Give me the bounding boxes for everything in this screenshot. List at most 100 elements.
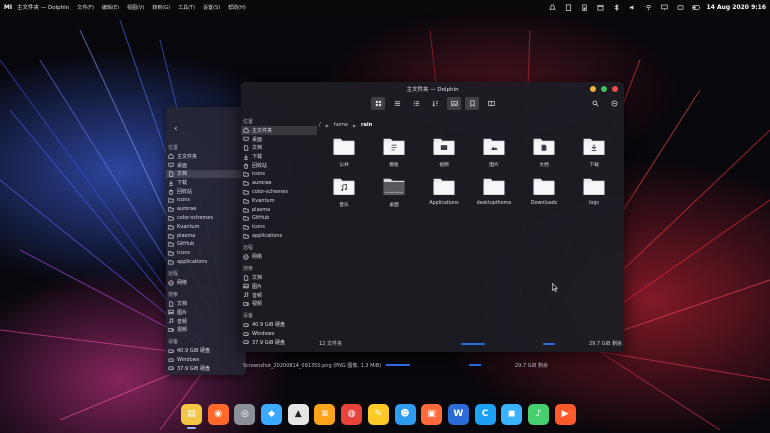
file-item[interactable]: 下载 <box>571 135 617 171</box>
menu-tools[interactable]: 工具(T) <box>178 4 195 11</box>
sidebar-item[interactable]: 回收站 <box>241 161 317 170</box>
maximize-button[interactable] <box>601 86 607 92</box>
dock-app-chrome[interactable]: ◎ <box>234 403 256 425</box>
sidebar-item[interactable]: 音频 <box>166 317 246 326</box>
sidebar-item[interactable]: applications <box>241 232 317 241</box>
storage-icon[interactable] <box>676 3 684 11</box>
menu-edit[interactable]: 编辑(E) <box>102 4 119 11</box>
sidebar-item[interactable]: Kvantum <box>166 222 246 231</box>
sidebar-item[interactable]: color-schemes <box>166 214 246 223</box>
sidebar-item[interactable]: 40.9 GiB 硬盘 <box>166 346 246 355</box>
sidebar-item[interactable]: GitHub <box>241 214 317 223</box>
volume-icon[interactable] <box>628 3 636 11</box>
file-item[interactable]: 桌面 <box>371 175 417 211</box>
menu-file[interactable]: 文件(F) <box>77 4 94 11</box>
sidebar-item[interactable]: GitHub <box>166 240 246 249</box>
split-view-button[interactable] <box>465 97 479 110</box>
sidebar-item[interactable]: icons <box>241 170 317 179</box>
bluetooth-icon[interactable] <box>612 3 620 11</box>
search-button[interactable] <box>588 97 602 110</box>
launcher-logo[interactable]: MI <box>3 3 13 11</box>
sidebar-item[interactable]: 文档 <box>166 299 246 308</box>
sidebar-item[interactable]: 文档 <box>241 144 317 153</box>
sidebar-item[interactable]: 下载 <box>241 152 317 161</box>
background-window[interactable]: ‹ 位置 主文件夹 桌面 文档 下载 回收站 icons aurorae color-schem… <box>166 107 246 375</box>
dock-app-video[interactable]: ▶ <box>554 403 576 425</box>
menu-view[interactable]: 视图(V) <box>127 4 144 11</box>
sidebar-item[interactable]: icons <box>241 223 317 232</box>
file-item[interactable]: logs <box>571 175 617 211</box>
clock[interactable]: 14 Aug 2020 9:16 <box>707 0 766 14</box>
battery-icon[interactable] <box>580 3 588 11</box>
minimize-button[interactable] <box>590 86 596 92</box>
sidebar-item[interactable]: 37.9 GiB 硬盘 <box>166 364 246 373</box>
sort-button[interactable] <box>428 97 442 110</box>
dock-app-browser[interactable]: C <box>474 403 496 425</box>
sidebar-item[interactable]: 下载 <box>166 178 246 187</box>
file-item[interactable]: desktoptheme <box>471 175 517 211</box>
dock-app-word[interactable]: W <box>447 403 469 425</box>
dock-app-qq[interactable]: ◆ <box>261 403 283 425</box>
sidebar-item[interactable]: icons <box>166 249 246 258</box>
compact-view-button[interactable] <box>390 97 404 110</box>
file-item[interactable]: 图片 <box>471 135 517 171</box>
breadcrumb-current[interactable]: rain <box>361 122 372 128</box>
file-item[interactable]: Applications <box>421 175 467 211</box>
dock-app-chat[interactable]: ◼ <box>501 403 523 425</box>
sidebar-item[interactable]: 主文件夹 <box>241 126 317 135</box>
dolphin-window[interactable]: 主文件夹 — Dolphin 位置 主文件夹 桌面 文档 下载 回收站 icon… <box>241 82 624 352</box>
menu-help[interactable]: 帮助(H) <box>228 4 246 11</box>
calendar-icon[interactable] <box>596 3 604 11</box>
bell-icon[interactable] <box>548 3 556 11</box>
display-icon[interactable] <box>660 3 668 11</box>
sidebar-item[interactable]: aurorae <box>241 179 317 188</box>
sidebar-item[interactable]: aurorae <box>166 205 246 214</box>
sidebar-item[interactable]: applications <box>166 258 246 267</box>
window-titlebar[interactable]: 主文件夹 — Dolphin <box>241 82 624 96</box>
file-item[interactable]: 文档 <box>521 135 567 171</box>
sidebar-item[interactable]: Kvantum <box>241 196 317 205</box>
sidebar-item[interactable]: 图片 <box>166 308 246 317</box>
dock-app-files[interactable]: ▤ <box>181 403 202 429</box>
dock-app-inkscape[interactable]: ▲ <box>287 403 309 425</box>
close-button[interactable] <box>612 86 618 92</box>
breadcrumb-home[interactable]: home <box>334 122 348 128</box>
sidebar-item[interactable]: 视频 <box>166 326 246 335</box>
sidebar-item[interactable]: 40.9 GiB 硬盘 <box>241 320 317 329</box>
sidebar-item[interactable]: Windows <box>166 355 246 364</box>
breadcrumb-root[interactable]: / <box>319 122 321 128</box>
sidebar-item[interactable]: 网络 <box>166 278 246 287</box>
zoom-slider[interactable] <box>461 343 485 345</box>
sidebar-item[interactable]: 音频 <box>241 291 317 300</box>
icons-view-button[interactable] <box>371 97 385 110</box>
sidebar-item[interactable]: 桌面 <box>241 135 317 144</box>
sidebar-item[interactable]: 主文件夹 <box>166 152 246 161</box>
sidebar-item[interactable]: 回收站 <box>166 187 246 196</box>
file-item[interactable]: Downloads <box>521 175 567 211</box>
sidebar-item[interactable]: plasma <box>166 231 246 240</box>
file-item[interactable]: 视频 <box>421 135 467 171</box>
menu-settings[interactable]: 设置(S) <box>203 4 220 11</box>
toggle-icon[interactable] <box>692 3 700 11</box>
dock-app-notes[interactable]: ✎ <box>367 403 389 425</box>
sidebar-item[interactable]: color-schemes <box>241 188 317 197</box>
menu-go[interactable]: 转到(G) <box>152 4 170 11</box>
dock-app-firefox[interactable]: ◉ <box>207 403 229 425</box>
preview-button[interactable] <box>447 97 461 110</box>
file-item[interactable]: 公共 <box>321 135 367 171</box>
menu-button[interactable] <box>607 97 621 110</box>
sidebar-item[interactable]: 文档 <box>241 273 317 282</box>
dock-app-weibo[interactable]: ◍ <box>341 403 363 425</box>
file-item[interactable]: 模板 <box>371 135 417 171</box>
dock-app-store[interactable]: ▣ <box>421 403 443 425</box>
chevron-left-icon[interactable]: ‹ <box>174 124 182 134</box>
sidebar-item[interactable]: 文档 <box>166 169 246 179</box>
dock-app-music[interactable]: ♪ <box>527 403 549 425</box>
details-view-button[interactable] <box>409 97 423 110</box>
sidebar-item[interactable]: plasma <box>241 205 317 214</box>
file-item[interactable]: 音乐 <box>321 175 367 211</box>
dock-app-memo[interactable]: ≡ <box>314 403 336 425</box>
panel-toggle-button[interactable] <box>484 97 498 110</box>
zoom-slider[interactable] <box>386 364 410 366</box>
wifi-icon[interactable] <box>644 3 652 11</box>
